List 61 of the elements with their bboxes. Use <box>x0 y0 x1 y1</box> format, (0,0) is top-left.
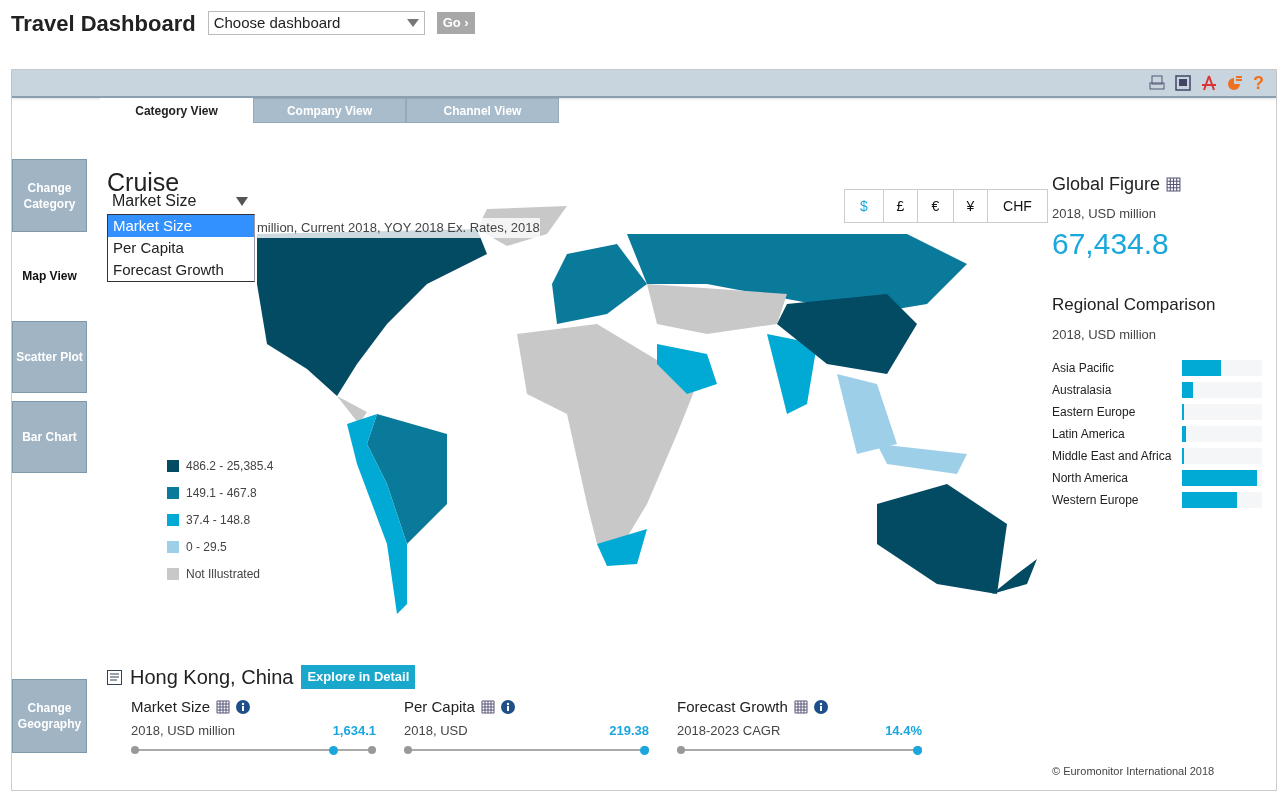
legend-label: 486.2 - 25,385.4 <box>186 458 274 475</box>
metric-title: Per Capita <box>404 697 475 717</box>
map-subtitle: million, Current 2018, YOY 2018 Ex. Rates, 2018 <box>257 218 540 238</box>
info-icon[interactable] <box>500 700 515 715</box>
help-button[interactable]: ? <box>1253 74 1264 92</box>
region-label: Latin America <box>1052 425 1126 443</box>
side-nav-item[interactable]: Scatter Plot <box>12 321 87 393</box>
metric-value: 1,634.1 <box>332 721 376 740</box>
regional-comparison-subtitle: 2018, USD million <box>1052 326 1158 344</box>
regional-comparison-title: Regional Comparison <box>1052 293 1217 316</box>
currency-button[interactable]: $ <box>845 190 883 222</box>
document-icon <box>107 669 122 685</box>
grid-icon[interactable] <box>216 700 231 715</box>
currency-button[interactable]: ¥ <box>953 190 987 222</box>
page-title: Travel Dashboard <box>11 9 196 38</box>
metric-value: 219.38 <box>609 721 649 740</box>
metric-subtitle: 2018-2023 CAGR <box>677 721 781 740</box>
tab[interactable]: Channel View <box>406 98 559 123</box>
side-nav-item[interactable]: Change Geography <box>12 679 87 753</box>
geography-name: Hong Kong, China <box>130 665 294 690</box>
metric-subtitle: 2018, USD million <box>131 721 236 740</box>
metric-title: Forecast Growth <box>677 697 788 717</box>
caret-icon <box>236 196 248 206</box>
region-label: Asia Pacific <box>1052 359 1116 377</box>
region-label: Eastern Europe <box>1052 403 1137 421</box>
pie-chart-icon[interactable] <box>1227 75 1243 91</box>
metric-title: Market Size <box>131 697 211 717</box>
grid-icon[interactable] <box>793 700 808 715</box>
global-figure-value: 67,434.8 <box>1052 225 1170 262</box>
grid-icon[interactable] <box>480 700 495 715</box>
region-label: Australasia <box>1052 381 1113 399</box>
currency-button[interactable]: CHF <box>987 190 1047 222</box>
image-icon[interactable] <box>1175 75 1191 91</box>
legend-label: 0 - 29.5 <box>186 539 227 556</box>
grid-icon[interactable] <box>1166 177 1182 192</box>
metric-subtitle: 2018, USD <box>404 721 468 740</box>
copyright: © Euromonitor International 2018 <box>1052 763 1216 779</box>
info-icon[interactable] <box>236 700 251 715</box>
region-label: Western Europe <box>1052 491 1140 509</box>
dashboard-select[interactable]: Choose dashboard <box>207 11 425 35</box>
caret-icon <box>406 19 419 27</box>
global-figure-title: Global Figure <box>1052 173 1161 196</box>
region-label: Middle East and Africa <box>1052 447 1173 465</box>
currency-button[interactable]: £ <box>883 190 917 222</box>
print-icon[interactable] <box>1149 75 1165 91</box>
legend-label: 37.4 - 148.8 <box>186 512 251 529</box>
go-button[interactable]: Go › <box>436 12 475 34</box>
tab[interactable]: Company View <box>253 98 406 123</box>
dropdown-option[interactable]: Market Size <box>108 215 254 237</box>
region-label: North America <box>1052 469 1130 487</box>
side-nav-item[interactable]: Change Category <box>12 159 87 232</box>
global-figure-subtitle: 2018, USD million <box>1052 205 1158 223</box>
dropdown-option[interactable]: Per Capita <box>108 237 254 259</box>
explore-button[interactable]: Explore in Detail <box>301 665 416 689</box>
legend-label: Not Illustrated <box>186 566 261 583</box>
currency-button[interactable]: € <box>917 190 953 222</box>
metric-value: 14.4% <box>885 721 922 740</box>
side-nav-item[interactable]: Bar Chart <box>12 401 87 473</box>
dropdown-option[interactable]: Forecast Growth <box>108 259 254 281</box>
info-icon[interactable] <box>813 700 828 715</box>
legend-label: 149.1 - 467.8 <box>186 485 257 502</box>
